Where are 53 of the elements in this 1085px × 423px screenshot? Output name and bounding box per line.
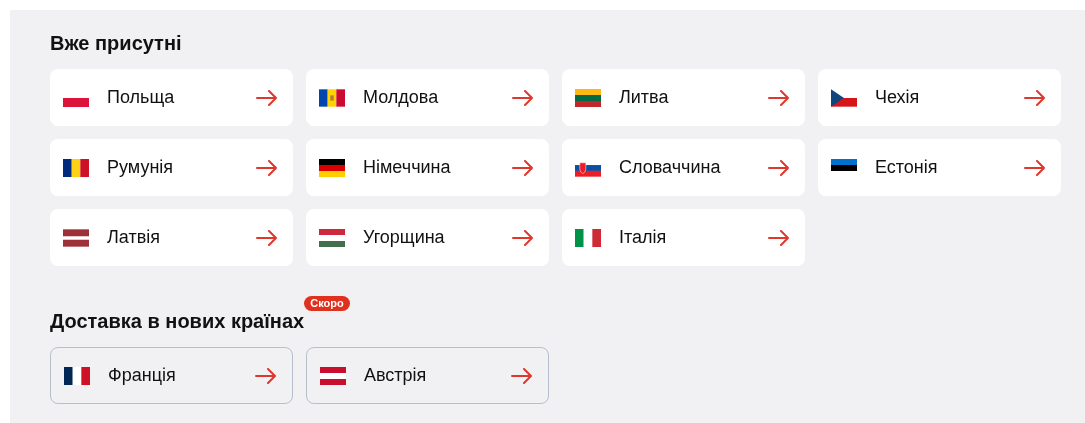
- arrow-right-icon: [768, 89, 790, 106]
- country-name: Австрія: [364, 364, 428, 387]
- flag-icon: [831, 88, 857, 107]
- section-title: Вже присутні: [50, 31, 182, 56]
- arrow-right-icon: [256, 89, 278, 106]
- arrow-right-icon: [1024, 159, 1046, 176]
- country-name: Італія: [619, 226, 668, 249]
- country-card[interactable]: Австрія: [306, 347, 549, 404]
- flag-icon: [319, 88, 345, 107]
- country-card[interactable]: Франція: [50, 347, 293, 404]
- section-title: Доставка в нових країнах: [50, 309, 305, 334]
- country-card[interactable]: Чехія: [818, 69, 1061, 126]
- country-card[interactable]: Польща: [50, 69, 293, 126]
- country-name: Франція: [108, 364, 177, 387]
- country-card[interactable]: Угорщина: [306, 209, 549, 266]
- country-name: Молдова: [363, 86, 440, 109]
- flag-icon: [63, 97, 89, 107]
- flag-icon: [320, 366, 346, 385]
- country-card[interactable]: Румунія: [50, 139, 293, 196]
- arrow-right-icon: [255, 367, 277, 384]
- arrow-right-icon: [768, 229, 790, 246]
- flag-icon: [319, 228, 345, 247]
- flag-icon: [575, 88, 601, 107]
- arrow-right-icon: [512, 229, 534, 246]
- country-name: Чехія: [875, 86, 921, 109]
- country-card[interactable]: Італія: [562, 209, 805, 266]
- arrow-right-icon: [512, 159, 534, 176]
- country-name: Словаччина: [619, 156, 722, 179]
- country-name: Естонія: [875, 156, 939, 179]
- soon-badge: Скоро: [304, 296, 350, 311]
- arrow-right-icon: [512, 89, 534, 106]
- arrow-right-icon: [1024, 89, 1046, 106]
- arrow-right-icon: [768, 159, 790, 176]
- flag-icon: [575, 228, 601, 247]
- arrow-right-icon: [256, 159, 278, 176]
- country-name: Румунія: [107, 156, 175, 179]
- flag-icon: [63, 228, 89, 247]
- country-name: Угорщина: [363, 226, 446, 249]
- flag-icon: [63, 158, 89, 177]
- country-name: Литва: [619, 86, 670, 109]
- country-name: Німеччина: [363, 156, 452, 179]
- country-card[interactable]: Словаччина: [562, 139, 805, 196]
- country-card[interactable]: Латвія: [50, 209, 293, 266]
- country-name: Польща: [107, 86, 176, 109]
- arrow-right-icon: [511, 367, 533, 384]
- country-name: Латвія: [107, 226, 161, 249]
- country-card[interactable]: Німеччина: [306, 139, 549, 196]
- arrow-right-icon: [256, 229, 278, 246]
- flag-icon: [319, 158, 345, 177]
- country-card[interactable]: Молдова: [306, 69, 549, 126]
- flag-icon: [64, 366, 90, 385]
- country-card[interactable]: Естонія: [818, 139, 1061, 196]
- country-card[interactable]: Литва: [562, 69, 805, 126]
